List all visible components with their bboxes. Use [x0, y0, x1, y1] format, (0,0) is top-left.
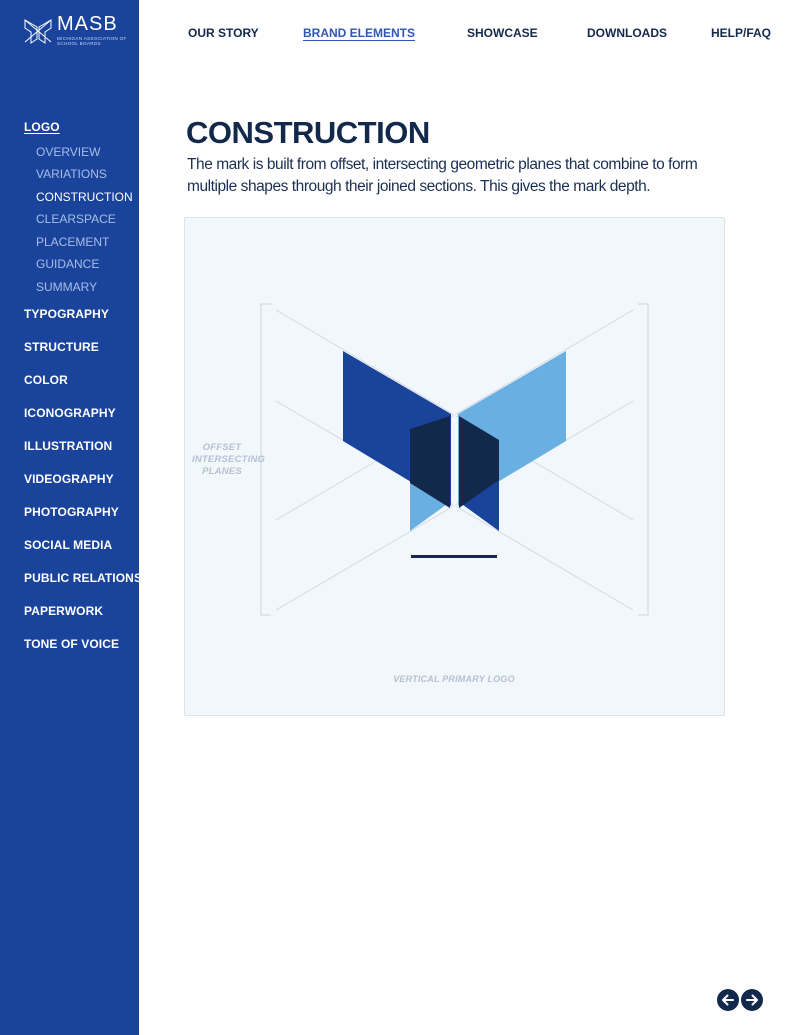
sidebar-item-overview[interactable]: OVERVIEW	[36, 145, 100, 159]
masb-logo[interactable]: MASB Michigan Association of School Boar…	[23, 13, 126, 49]
arrow-right-icon	[746, 994, 758, 1006]
sidebar-item-guidance[interactable]: GUIDANCE	[36, 257, 99, 271]
sidebar-section-typography[interactable]: TYPOGRAPHY	[24, 307, 109, 321]
right-guide-bracket	[638, 303, 649, 616]
logo-baseline-bar	[411, 555, 497, 558]
sidebar-section-paperwork[interactable]: PAPERWORK	[24, 604, 103, 618]
logo-wordmark: MASB	[57, 13, 118, 35]
logo-tagline: Michigan Association of School Boards	[57, 36, 127, 46]
construction-diagram-panel	[184, 217, 725, 716]
sidebar-section-color[interactable]: COLOR	[24, 373, 68, 387]
sidebar-section-social-media[interactable]: SOCIAL MEDIA	[24, 538, 112, 552]
sidebar-section-photography[interactable]: PHOTOGRAPHY	[24, 505, 119, 519]
logo-mark-icon	[24, 19, 52, 44]
sidebar-section-tone-of-voice[interactable]: TONE OF VOICE	[24, 637, 119, 651]
sidebar-item-summary[interactable]: SUMMARY	[36, 280, 97, 294]
nav-brand-elements[interactable]: BRAND ELEMENTS	[303, 26, 415, 40]
previous-page-button[interactable]	[717, 989, 739, 1011]
page-title: CONSTRUCTION	[186, 115, 430, 150]
sidebar-section-videography[interactable]: VIDEOGRAPHY	[24, 472, 114, 486]
sidebar-item-construction[interactable]: CONSTRUCTION	[36, 190, 133, 204]
sidebar-section-iconography[interactable]: ICONOGRAPHY	[24, 406, 116, 420]
nav-help-faq[interactable]: HELP/FAQ	[711, 26, 771, 40]
next-page-button[interactable]	[741, 989, 763, 1011]
sidebar: MASB Michigan Association of School Boar…	[0, 0, 142, 1035]
sidebar-item-placement[interactable]: PLACEMENT	[36, 235, 109, 249]
diagram-caption: VERTICAL PRIMARY LOGO	[393, 674, 515, 684]
page-description: The mark is built from offset, intersect…	[187, 156, 698, 195]
sidebar-section-public-relations[interactable]: PUBLIC RELATIONS	[24, 571, 142, 585]
logo-mark	[343, 351, 566, 558]
sidebar-item-variations[interactable]: VARIATIONS	[36, 167, 107, 181]
nav-our-story[interactable]: OUR STORY	[188, 26, 259, 40]
sidebar-section-structure[interactable]: STRUCTURE	[24, 340, 99, 354]
nav-showcase[interactable]: SHOWCASE	[467, 26, 538, 40]
sidebar-section-logo[interactable]: LOGO	[24, 120, 60, 134]
sidebar-item-clearspace[interactable]: CLEARSPACE	[36, 212, 116, 226]
sidebar-section-illustration[interactable]: ILLUSTRATION	[24, 439, 112, 453]
logo-construction-diagram	[257, 303, 649, 616]
arrow-left-icon	[722, 994, 734, 1006]
nav-downloads[interactable]: DOWNLOADS	[587, 26, 667, 40]
callout-offset-planes: OFFSET INTERSECTING PLANES	[192, 442, 266, 477]
